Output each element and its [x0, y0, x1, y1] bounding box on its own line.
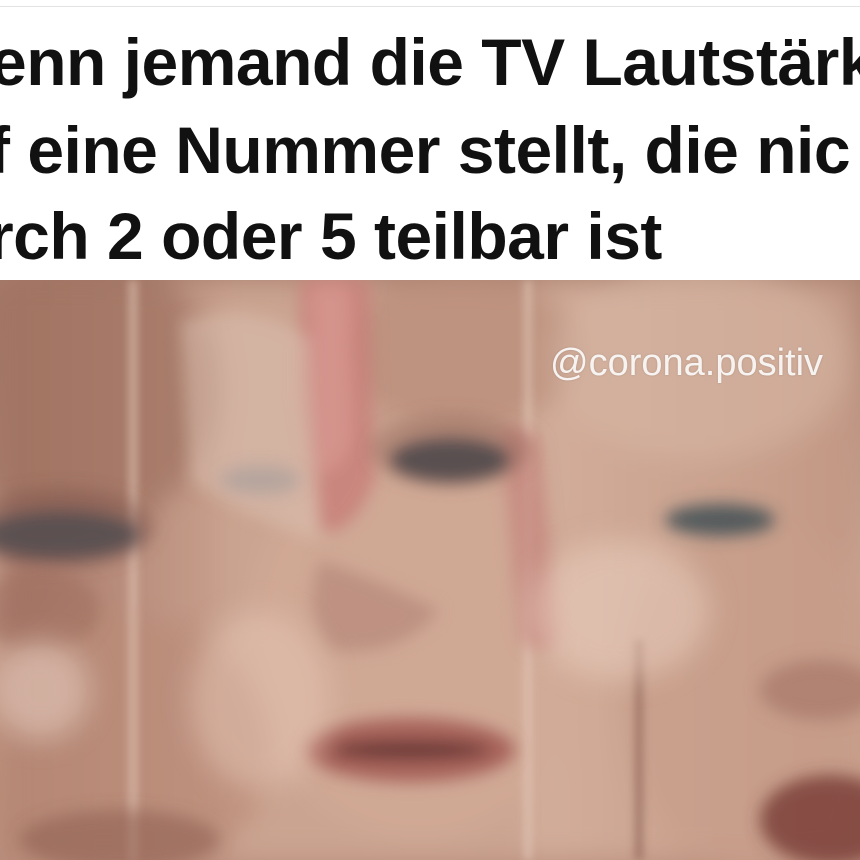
caption-line-2: f eine Nummer stellt, die nic — [0, 113, 851, 187]
meme-photo: @corona.positiv — [0, 280, 860, 860]
caption-line-1: enn jemand die TV Lautstärk — [0, 25, 860, 99]
meme-caption: enn jemand die TV Lautstärk f eine Numme… — [0, 0, 860, 280]
watermark-text: @corona.positiv — [550, 342, 824, 384]
divider — [0, 6, 860, 7]
caption-line-3: rch 2 oder 5 teilbar ist — [0, 199, 662, 273]
